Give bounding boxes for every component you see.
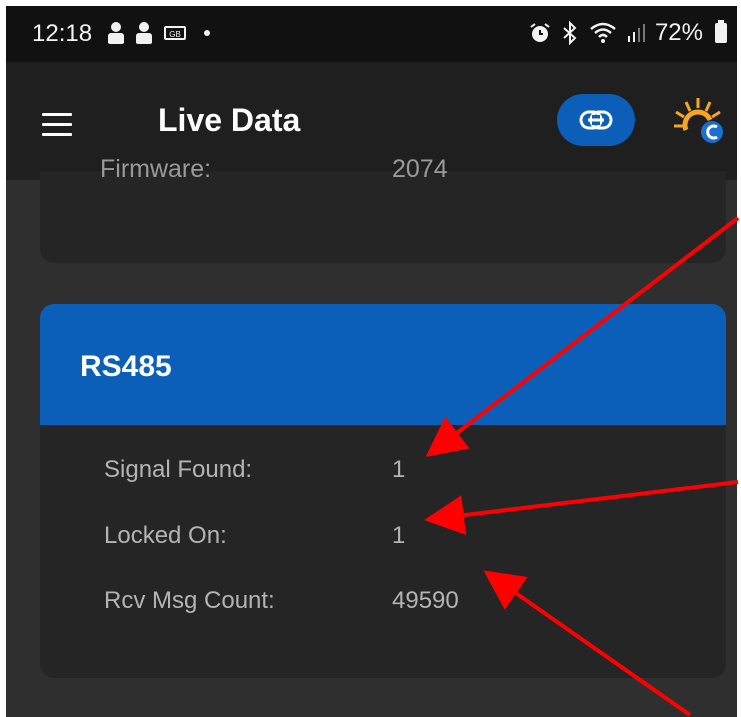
battery-level: 72% (654, 19, 703, 46)
battery-icon (715, 20, 727, 43)
firmware-value: 2074 (392, 155, 448, 183)
menu-icon[interactable] (42, 113, 72, 137)
card-header: RS485 (40, 304, 726, 425)
locked-on-label: Locked On: (104, 522, 227, 549)
signal-found-label: Signal Found: (104, 456, 253, 483)
rs485-card: RS485 Signal Found: 1 Locked On: 1 Rcv M… (40, 304, 726, 678)
person-icon (108, 22, 124, 44)
alarm-icon (530, 23, 550, 42)
locked-on-value: 1 (392, 522, 406, 549)
wifi-icon (590, 22, 616, 43)
rcv-msg-count-label: Rcv Msg Count: (104, 587, 275, 614)
card-title: RS485 (80, 350, 172, 383)
notification-icons: GB (108, 22, 210, 44)
link-icon (579, 110, 613, 130)
more-notifications-icon (204, 30, 210, 36)
person-icon (136, 22, 152, 44)
gallery-icon: GB (164, 26, 186, 40)
system-icons: 72% (529, 19, 727, 47)
phone-screen: 12:18 GB 72% Live Data Firmware: 2074 RS… (6, 6, 737, 717)
firmware-label: Firmware: (100, 155, 212, 183)
device-info-card: Firmware: 2074 (40, 155, 726, 263)
link-button[interactable] (557, 94, 635, 146)
status-time: 12:18 (32, 20, 93, 47)
status-bar: 12:18 GB 72% (6, 6, 737, 62)
page-title: Live Data (158, 102, 301, 138)
rcv-msg-count-value: 49590 (392, 587, 459, 614)
bluetooth-icon (563, 21, 577, 45)
signal-icon (627, 24, 645, 42)
brand-logo-icon (674, 98, 723, 143)
signal-found-value: 1 (392, 456, 406, 483)
